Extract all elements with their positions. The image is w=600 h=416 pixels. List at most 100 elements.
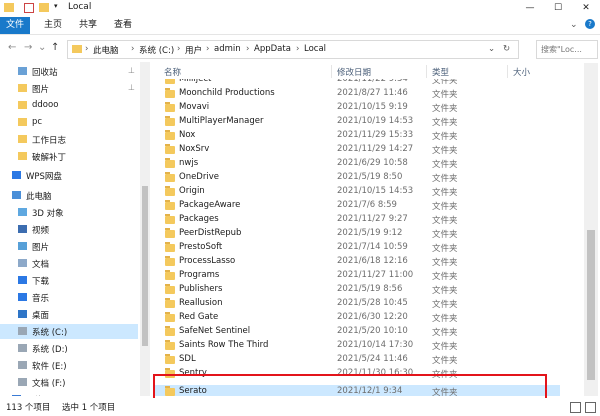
sidebar-item[interactable]: 3D 对象: [0, 205, 138, 220]
column-divider[interactable]: [426, 65, 427, 78]
file-row[interactable]: SDL 2021/5/24 11:46 文件夹: [155, 353, 560, 367]
customize-toolbar-icon[interactable]: ▾: [54, 3, 60, 10]
file-row[interactable]: PrestoSoft 2021/7/14 10:59 文件夹: [155, 241, 560, 255]
close-button[interactable]: ✕: [572, 0, 600, 16]
help-icon[interactable]: ?: [585, 19, 595, 29]
sidebar-item[interactable]: 破解补丁: [0, 149, 138, 164]
file-row[interactable]: Milliject 2021/11/22 9:34 文件夹: [155, 79, 560, 87]
window-title: Local: [68, 2, 92, 12]
file-row[interactable]: PackageAware 2021/7/6 8:59 文件夹: [155, 199, 560, 213]
column-size[interactable]: 大小: [513, 66, 530, 78]
file-row[interactable]: Nox 2021/11/29 15:33 文件夹: [155, 129, 560, 143]
file-row[interactable]: ProcessLasso 2021/6/18 12:16 文件夹: [155, 255, 560, 269]
minimize-button[interactable]: —: [516, 0, 544, 16]
folder-icon: [165, 354, 175, 364]
file-row[interactable]: NoxSrv 2021/11/29 14:27 文件夹: [155, 143, 560, 157]
file-type: 文件夹: [432, 258, 458, 268]
file-name: Origin: [179, 186, 205, 196]
folder-icon: [165, 200, 175, 210]
up-button[interactable]: ↑: [51, 42, 59, 53]
breadcrumb-users[interactable]: 用户: [185, 44, 202, 56]
recent-locations-button[interactable]: ⌄: [38, 42, 46, 53]
desktop-icon: [18, 310, 27, 318]
tab-view[interactable]: 查看: [114, 17, 132, 34]
file-type: 文件夹: [432, 188, 458, 198]
sidebar-item[interactable]: pc: [0, 115, 138, 130]
breadcrumb-system-c[interactable]: 系统 (C:): [139, 44, 174, 56]
file-row[interactable]: Red Gate 2021/6/30 12:20 文件夹: [155, 311, 560, 325]
folder-icon: [165, 79, 175, 84]
breadcrumb-local[interactable]: Local: [304, 44, 326, 54]
file-name: Nox: [179, 130, 196, 140]
sidebar-item[interactable]: 网络: [0, 392, 138, 396]
address-dropdown-icon[interactable]: ⌄: [488, 44, 495, 54]
sidebar-item[interactable]: 软件 (E:): [0, 358, 138, 373]
tab-file[interactable]: 文件: [0, 17, 30, 34]
sidebar-item[interactable]: 下载: [0, 273, 138, 288]
address-bar[interactable]: › 此电脑 › 系统 (C:) › 用户 › admin › AppData ›…: [67, 40, 519, 59]
column-type[interactable]: 类型: [432, 66, 449, 78]
file-type: 文件夹: [432, 314, 458, 324]
sidebar-scrollbar-thumb[interactable]: [142, 186, 148, 346]
sidebar-item[interactable]: WPS网盘: [0, 168, 138, 183]
file-row[interactable]: nwjs 2021/6/29 10:58 文件夹: [155, 157, 560, 171]
breadcrumb-admin[interactable]: admin: [214, 44, 241, 54]
sidebar-item[interactable]: 音乐: [0, 290, 138, 305]
file-date: 2021/6/30 12:20: [337, 312, 408, 322]
file-row[interactable]: Saints Row The Third 2021/10/14 17:30 文件夹: [155, 339, 560, 353]
column-divider[interactable]: [331, 65, 332, 78]
file-row[interactable]: Packages 2021/11/27 9:27 文件夹: [155, 213, 560, 227]
file-date: 2021/7/6 8:59: [337, 200, 397, 210]
sidebar-item[interactable]: 桌面: [0, 307, 138, 322]
sidebar-item[interactable]: 此电脑: [0, 188, 138, 203]
sidebar-item-label: 3D 对象: [32, 209, 64, 219]
sidebar-item[interactable]: 文档: [0, 256, 138, 271]
sidebar-item[interactable]: 文档 (F:): [0, 375, 138, 390]
forward-button[interactable]: →: [24, 42, 32, 53]
file-row[interactable]: Publishers 2021/5/19 8:56 文件夹: [155, 283, 560, 297]
tab-share[interactable]: 共享: [79, 17, 97, 34]
column-name[interactable]: 名称: [164, 66, 181, 78]
sidebar-item[interactable]: ddooo: [0, 98, 138, 113]
sidebar-item[interactable]: 系统 (D:): [0, 341, 138, 356]
sidebar-item[interactable]: 视频: [0, 222, 138, 237]
search-input[interactable]: 搜索"Loc...: [536, 40, 598, 59]
file-row[interactable]: SafeNet Sentinel 2021/5/20 10:10 文件夹: [155, 325, 560, 339]
file-date: 2021/5/19 8:56: [337, 284, 403, 294]
maximize-button[interactable]: ☐: [544, 0, 572, 16]
details-view-icon[interactable]: [570, 402, 581, 413]
file-row[interactable]: Reallusion 2021/5/28 10:45 文件夹: [155, 297, 560, 311]
file-type: 文件夹: [432, 90, 458, 100]
breadcrumb-this-pc[interactable]: 此电脑: [93, 44, 119, 56]
large-icons-view-icon[interactable]: [585, 402, 596, 413]
sidebar-item[interactable]: 系统 (C:): [0, 324, 138, 339]
sidebar-item-label: 文档 (F:): [32, 379, 66, 389]
breadcrumb-appdata[interactable]: AppData: [254, 44, 291, 54]
file-row[interactable]: Movavi 2021/10/15 9:19 文件夹: [155, 101, 560, 115]
file-row[interactable]: MultiPlayerManager 2021/10/19 14:53 文件夹: [155, 115, 560, 129]
sidebar-item[interactable]: 回收站 ⊥: [0, 64, 138, 79]
file-row[interactable]: Programs 2021/11/27 11:00 文件夹: [155, 269, 560, 283]
file-list-scrollbar-thumb[interactable]: [587, 230, 595, 380]
back-button[interactable]: ←: [8, 42, 16, 53]
column-divider[interactable]: [507, 65, 508, 78]
properties-icon[interactable]: [24, 3, 34, 13]
file-name: NoxSrv: [179, 144, 210, 154]
sidebar-item-label: ddooo: [32, 100, 59, 110]
sidebar-item-label: 此电脑: [26, 192, 52, 202]
refresh-button[interactable]: ↻: [503, 44, 510, 54]
address-row: ← → ⌄ ↑ › 此电脑 › 系统 (C:) › 用户 › admin › A…: [0, 38, 600, 60]
sidebar-item[interactable]: 图片 ⊥: [0, 81, 138, 96]
tab-home[interactable]: 主页: [44, 17, 62, 34]
file-row[interactable]: Moonchild Productions 2021/8/27 11:46 文件夹: [155, 87, 560, 101]
sidebar-item[interactable]: 工作日志: [0, 132, 138, 147]
expand-ribbon-icon[interactable]: ⌄: [570, 20, 578, 30]
file-row[interactable]: Origin 2021/10/15 14:53 文件夹: [155, 185, 560, 199]
file-type: 文件夹: [432, 174, 458, 184]
sidebar-item[interactable]: 图片: [0, 239, 138, 254]
column-date[interactable]: 修改日期: [337, 66, 371, 78]
sidebar-item-label: 工作日志: [32, 136, 67, 146]
file-row[interactable]: OneDrive 2021/5/19 8:50 文件夹: [155, 171, 560, 185]
file-row[interactable]: PeerDistRepub 2021/5/19 9:12 文件夹: [155, 227, 560, 241]
new-folder-icon[interactable]: [39, 3, 49, 12]
